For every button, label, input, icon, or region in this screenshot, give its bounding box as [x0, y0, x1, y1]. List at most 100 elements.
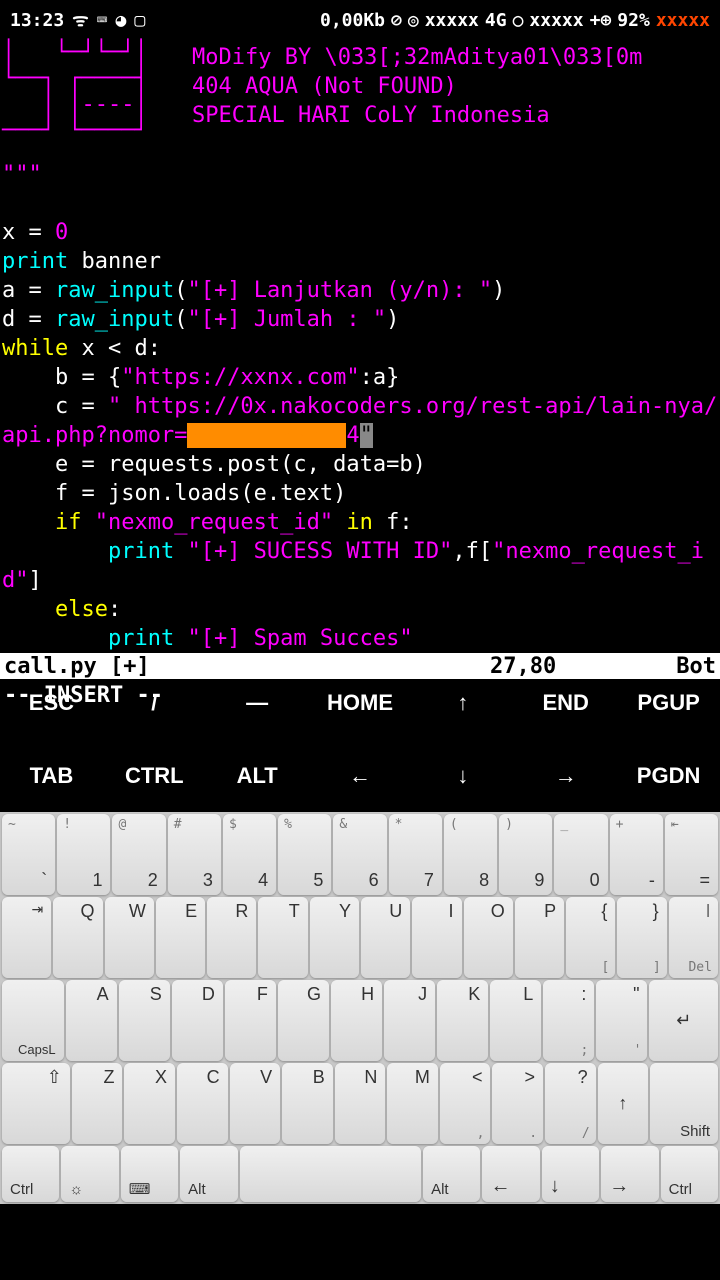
key-Q[interactable]: Q — [53, 897, 102, 978]
key-bottom-7[interactable]: ↓ — [542, 1146, 599, 1202]
key-}[interactable]: }] — [617, 897, 666, 978]
key-J[interactable]: J — [384, 980, 435, 1061]
x-text: xxxxx — [656, 10, 710, 31]
x-text: xxxxx — [425, 10, 479, 31]
key->[interactable]: >. — [492, 1063, 543, 1144]
left-key[interactable]: ← — [309, 739, 412, 812]
alt-key[interactable]: ALT — [206, 739, 309, 812]
key-?[interactable]: ?/ — [545, 1063, 596, 1144]
key-|[interactable]: |Del — [669, 897, 718, 978]
vim-mode: -- INSERT -- — [0, 679, 720, 712]
whatsapp-icon: ◕ — [115, 10, 126, 31]
key-G[interactable]: G — [278, 980, 329, 1061]
key-C[interactable]: C — [177, 1063, 228, 1144]
plus-icon: +⊕ — [590, 10, 612, 31]
key-S[interactable]: S — [119, 980, 170, 1061]
data-usage: 0,00Kb — [320, 10, 385, 31]
right-key[interactable]: → — [514, 739, 617, 812]
zxcv-row: ⇧ZXCVBNM<,>.?/↑Shift — [0, 1063, 720, 1146]
tab-key[interactable]: TAB — [0, 739, 103, 812]
battery-pct: 92% — [617, 10, 650, 31]
key-7[interactable]: *7 — [389, 814, 442, 895]
circle-icon: ○ — [513, 10, 524, 31]
key-4[interactable]: $4 — [223, 814, 276, 895]
key-P[interactable]: P — [515, 897, 564, 978]
key-5[interactable]: %5 — [278, 814, 331, 895]
key-{[interactable]: {[ — [566, 897, 615, 978]
terminal[interactable]: │ └─┘└─┘│ └──┐ ┌────┤ │ │----│ ───┘ └───… — [0, 40, 720, 666]
key-bottom-5[interactable]: Alt — [423, 1146, 480, 1202]
code-area: """ x = 0 print banner a = raw_input("[+… — [0, 160, 720, 653]
shift-key[interactable]: Shift — [650, 1063, 718, 1144]
enter-key[interactable]: ↵ — [649, 980, 718, 1061]
ascii-art: │ └─┘└─┘│ └──┐ ┌────┤ │ │----│ ───┘ └───… — [2, 40, 192, 160]
key-⇧[interactable]: ⇧ — [2, 1063, 70, 1144]
bottom-row: Ctrl☼⌨AltAlt←↓→Ctrl — [0, 1146, 720, 1204]
key-bottom-3[interactable]: Alt — [180, 1146, 237, 1202]
key-bottom-0[interactable]: Ctrl — [2, 1146, 59, 1202]
key-CapsL[interactable]: CapsL — [2, 980, 64, 1061]
key-F[interactable]: F — [225, 980, 276, 1061]
key-W[interactable]: W — [105, 897, 154, 978]
key-K[interactable]: K — [437, 980, 488, 1061]
network: 4G — [485, 10, 507, 31]
key-9[interactable]: )9 — [499, 814, 552, 895]
file-location: Bot — [676, 652, 716, 681]
ctrl-key[interactable]: CTRL — [103, 739, 206, 812]
key-Y[interactable]: Y — [310, 897, 359, 978]
key-`[interactable]: ~` — [2, 814, 55, 895]
asdf-row: CapsLASDFGHJKL:;"'↵ — [0, 980, 720, 1063]
down-key[interactable]: ↓ — [411, 739, 514, 812]
key-⇥[interactable]: ⇥ — [2, 897, 51, 978]
target-icon: ◎ — [408, 10, 419, 31]
key-"[interactable]: "' — [596, 980, 647, 1061]
key-<[interactable]: <, — [440, 1063, 491, 1144]
key-E[interactable]: E — [156, 897, 205, 978]
vim-statusline: call.py [+] 27,80 Bot — [0, 653, 720, 679]
up-arrow-key[interactable]: ↑ — [598, 1063, 649, 1144]
key-H[interactable]: H — [331, 980, 382, 1061]
key-V[interactable]: V — [230, 1063, 281, 1144]
key-1[interactable]: !1 — [57, 814, 110, 895]
pgdn-key[interactable]: PGDN — [617, 739, 720, 812]
key-:[interactable]: :; — [543, 980, 594, 1061]
cursor-position: 27,80 — [490, 652, 556, 681]
key-D[interactable]: D — [172, 980, 223, 1061]
key-O[interactable]: O — [464, 897, 513, 978]
app-icon: ▢ — [134, 10, 145, 31]
extra-row-2: TAB CTRL ALT ← ↓ → PGDN — [0, 739, 720, 812]
key-B[interactable]: B — [282, 1063, 333, 1144]
key-0[interactable]: _0 — [554, 814, 607, 895]
key-=[interactable]: ⇤= — [665, 814, 718, 895]
key-6[interactable]: &6 — [333, 814, 386, 895]
key--[interactable]: +- — [610, 814, 663, 895]
key-bottom-9[interactable]: Ctrl — [661, 1146, 718, 1202]
key-U[interactable]: U — [361, 897, 410, 978]
key-3[interactable]: #3 — [168, 814, 221, 895]
key-R[interactable]: R — [207, 897, 256, 978]
key-N[interactable]: N — [335, 1063, 386, 1144]
soft-keyboard: ~`!1@2#3$4%5&6*7(8)9_0+-⇤= ⇥QWERTYUIOP{[… — [0, 812, 720, 1204]
key-bottom-4[interactable] — [240, 1146, 422, 1202]
key-2[interactable]: @2 — [112, 814, 165, 895]
key-bottom-8[interactable]: → — [601, 1146, 658, 1202]
keyboard-icon: ⌨ — [97, 10, 108, 31]
key-bottom-6[interactable]: ← — [482, 1146, 539, 1202]
key-bottom-1[interactable]: ☼ — [61, 1146, 118, 1202]
key-bottom-2[interactable]: ⌨ — [121, 1146, 178, 1202]
key-T[interactable]: T — [258, 897, 307, 978]
x-text: xxxxx — [529, 10, 583, 31]
nosignal-icon: ⊘ — [391, 10, 402, 31]
key-Z[interactable]: Z — [72, 1063, 123, 1144]
number-row: ~`!1@2#3$4%5&6*7(8)9_0+-⇤= — [0, 814, 720, 897]
filename: call.py [+] — [4, 652, 150, 681]
key-M[interactable]: M — [387, 1063, 438, 1144]
banner-text: MoDify BY \033[;32mAditya01\033[0m 404 A… — [192, 40, 718, 160]
time: 13:23 — [10, 10, 64, 31]
key-L[interactable]: L — [490, 980, 541, 1061]
key-8[interactable]: (8 — [444, 814, 497, 895]
key-I[interactable]: I — [412, 897, 461, 978]
qwerty-row: ⇥QWERTYUIOP{[}]|Del — [0, 897, 720, 980]
key-X[interactable]: X — [124, 1063, 175, 1144]
key-A[interactable]: A — [66, 980, 117, 1061]
